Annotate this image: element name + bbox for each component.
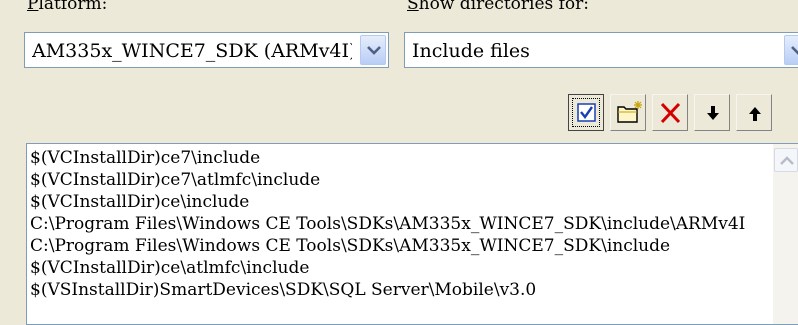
list-item[interactable]: $(VSInstallDir)SmartDevices\SDK\SQL Serv… (30, 279, 770, 301)
new-line-button[interactable] (610, 94, 646, 131)
move-up-icon (749, 107, 761, 121)
vertical-scrollbar[interactable] (773, 144, 798, 324)
platform-select[interactable]: AM335x_WINCE7_SDK (ARMv4I) (24, 32, 389, 68)
delete-icon (660, 102, 681, 124)
scroll-up-button[interactable] (774, 148, 798, 172)
new-folder-icon (617, 101, 642, 123)
list-item[interactable]: $(VCInstallDir)ce7\include (30, 147, 770, 169)
chevron-up-icon (780, 156, 794, 165)
move-down-icon (707, 106, 719, 120)
vc-directories-dialog: Platform: Show directories for: AM335x_W… (0, 0, 798, 325)
list-item[interactable]: C:\Program Files\Windows CE Tools\SDKs\A… (30, 235, 770, 257)
list-item[interactable]: $(VCInstallDir)ce7\atlmfc\include (30, 169, 770, 191)
list-item[interactable]: $(VCInstallDir)ce\atlmfc\include (30, 257, 770, 279)
chevron-down-icon (367, 46, 381, 55)
delete-button[interactable] (652, 94, 688, 131)
platform-select-value: AM335x_WINCE7_SDK (ARMv4I) (32, 40, 352, 62)
directories-list-items: $(VCInstallDir)ce7\include $(VCInstallDi… (30, 147, 770, 301)
platform-dropdown-button[interactable] (360, 35, 386, 65)
show-directories-label: Show directories for: (407, 0, 590, 14)
platform-label: Platform: (27, 0, 108, 14)
check-icon (577, 103, 596, 122)
move-up-button[interactable] (736, 94, 772, 131)
chevron-down-icon (791, 46, 798, 55)
check-button[interactable] (568, 94, 604, 131)
directories-list[interactable]: $(VCInstallDir)ce7\include $(VCInstallDi… (26, 143, 798, 325)
list-item[interactable]: $(VCInstallDir)ce\include (30, 191, 770, 213)
show-directories-dropdown-button[interactable] (784, 35, 798, 65)
move-down-button[interactable] (694, 94, 730, 131)
show-directories-select[interactable]: Include files (404, 32, 798, 68)
list-item[interactable]: C:\Program Files\Windows CE Tools\SDKs\A… (30, 213, 770, 235)
show-directories-select-value: Include files (412, 40, 530, 62)
